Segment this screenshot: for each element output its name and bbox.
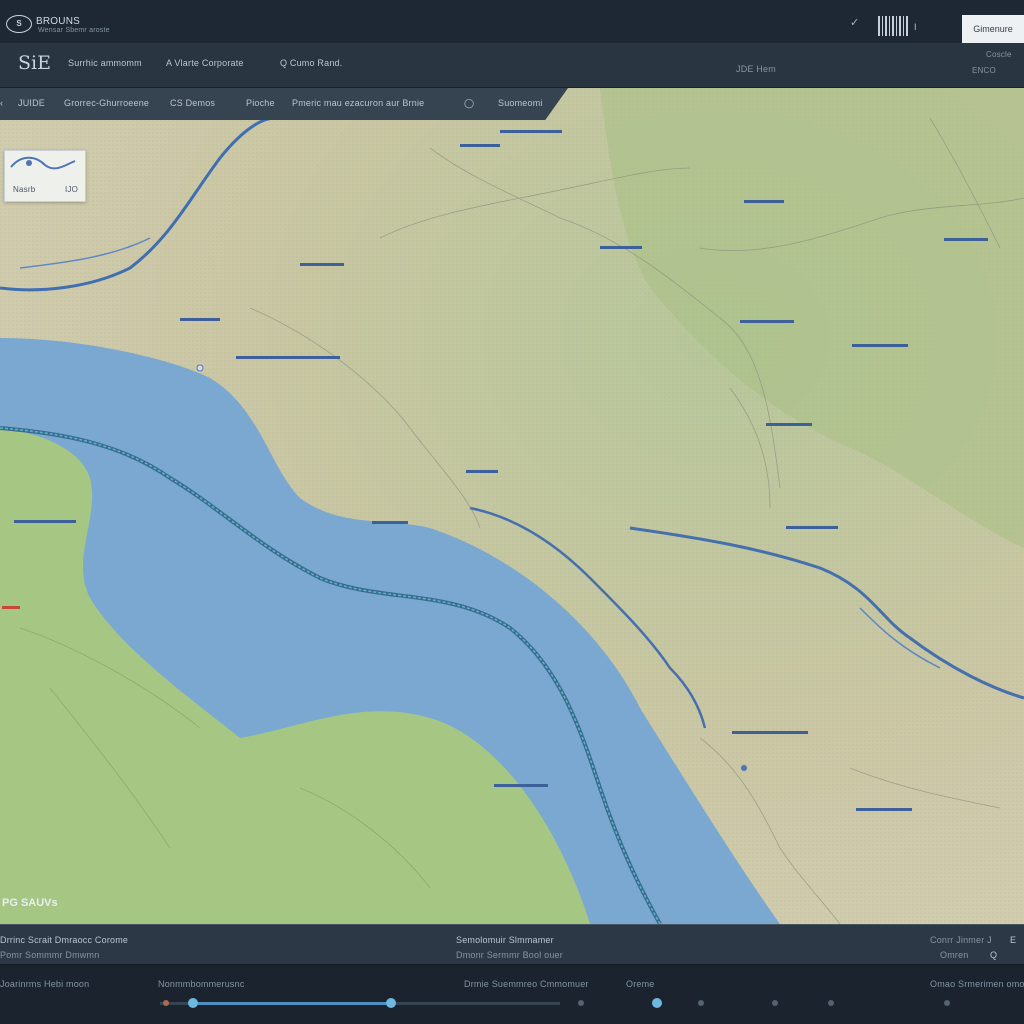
corner-small-label[interactable]: ENCO — [972, 66, 996, 75]
map-view[interactable]: PG SAUVs — [0, 88, 1024, 924]
timeline-center-label: Drmie Suemmreo Cmmomuer — [464, 979, 589, 989]
sub-header: SiE Surrhic ammomm A Vlarte Corporate Q … — [0, 44, 1024, 88]
signal-icon[interactable]: ✓ — [850, 16, 859, 29]
header-mark: I — [914, 22, 917, 32]
toolbar-item-3[interactable]: CS Demos — [170, 98, 215, 108]
timeline-step-5[interactable] — [944, 1000, 950, 1006]
map-corner-label: PG SAUVs — [2, 897, 58, 909]
menu-item-1[interactable]: Surrhic ammomm — [68, 58, 142, 68]
toolbar-icon-left[interactable]: ‹ — [0, 98, 3, 108]
info-left-1: Drrinc Scrait Dmraocc Corome — [0, 935, 129, 945]
timeline-left-label: Joarinrms Hebi moon — [0, 979, 90, 989]
info-center-1: Semolomuir Slmmamer — [456, 935, 554, 945]
toolbar-item-6[interactable]: Suomeomi — [498, 98, 543, 108]
timeline-step-1[interactable] — [578, 1000, 584, 1006]
page-title: SiE — [18, 52, 51, 74]
timeline-start-handle[interactable] — [188, 998, 198, 1008]
timeline-play-handle[interactable] — [652, 998, 662, 1008]
toolbar-item-2[interactable]: Grorrec-Ghurroeene — [64, 98, 149, 108]
toolbar-settings-icon[interactable]: ◯ — [464, 98, 474, 109]
info-center-2: Dmonr Sermmr Bool ouer — [456, 950, 563, 960]
timeline-bar: Joarinrms Hebi moon Nonmmbommerusnc Drmi… — [0, 964, 1024, 1024]
brand-name: BROUNS — [36, 16, 80, 27]
timeline-center-label-2: Oreme — [626, 979, 655, 989]
info-right-icon[interactable]: E — [1010, 935, 1016, 945]
map-legend[interactable]: Nasrb IJO — [4, 150, 86, 202]
map-toolbar: ‹ JUIDE Grorrec-Ghurroeene CS Demos Pioc… — [0, 88, 568, 120]
timeline-step-2[interactable] — [698, 1000, 704, 1006]
barcode-icon — [878, 16, 910, 36]
legend-value: IJO — [65, 185, 79, 194]
header-action-button[interactable]: Gimenure — [962, 15, 1024, 43]
info-right-1: Conrr Jinmer J — [930, 935, 992, 945]
legend-swatch — [10, 156, 76, 170]
toolbar-item-5[interactable]: Pmeric mau ezacuron aur Brnie — [292, 98, 424, 108]
timeline-marker[interactable] — [163, 1000, 169, 1006]
timeline-mid-label: Nonmmbommerusnc — [158, 979, 245, 989]
corner-label: Coscle — [986, 50, 1012, 59]
sub-header-right-label: JDE Hem — [736, 64, 776, 74]
timeline-step-4[interactable] — [828, 1000, 834, 1006]
info-bar: Drrinc Scrait Dmraocc Corome Pomr Sommmr… — [0, 924, 1024, 964]
top-bar: S BROUNS Wensar Sbemr aroste ✓ I Gimenur… — [0, 0, 1024, 44]
menu-item-3[interactable]: Q Cumo Rand. — [280, 58, 342, 68]
menu-item-2[interactable]: A Vlarte Corporate — [166, 58, 244, 68]
timeline-end-handle[interactable] — [386, 998, 396, 1008]
toolbar-item-1[interactable]: JUIDE — [18, 98, 45, 108]
toolbar-item-4[interactable]: Pioche — [246, 98, 275, 108]
timeline-progress — [193, 1002, 393, 1005]
brand-tagline: Wensar Sbemr aroste — [38, 27, 110, 34]
info-right-2: Omren — [940, 950, 969, 960]
info-search-icon[interactable]: Q — [990, 950, 997, 960]
timeline-step-3[interactable] — [772, 1000, 778, 1006]
map-canvas[interactable]: PG SAUVs — [0, 88, 1024, 924]
legend-label: Nasrb — [13, 185, 36, 194]
timeline-right-label: Omao Srmerimen omomon — [930, 979, 1024, 989]
info-left-2: Pomr Sommmr Dmwmn — [0, 950, 100, 960]
brand-logo-icon[interactable]: S — [6, 15, 32, 33]
